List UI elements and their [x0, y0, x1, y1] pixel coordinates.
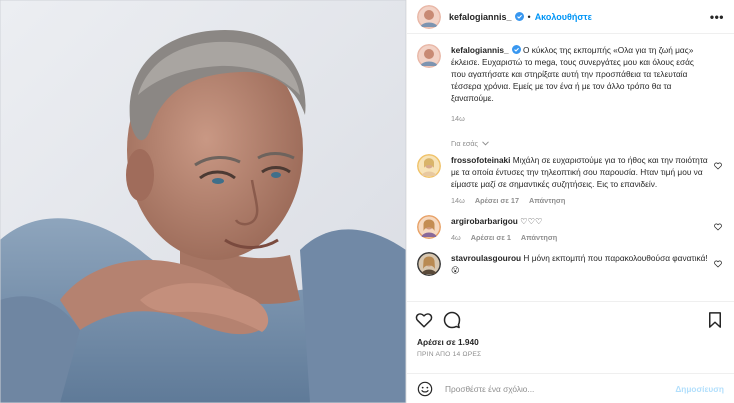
- translate-toggle[interactable]: Για εσάς: [451, 139, 724, 148]
- comment-body: frossofoteinaki Μιχάλη σε ευχαριστούμε γ…: [451, 154, 724, 205]
- commenter-avatar[interactable]: [417, 215, 441, 239]
- likes-count[interactable]: Αρέσει σε 1.940: [417, 337, 724, 347]
- caption-username[interactable]: kefalogiannis_: [451, 45, 509, 55]
- like-comment-heart-icon[interactable]: [714, 223, 722, 231]
- follow-button[interactable]: Ακολουθήστε: [535, 12, 592, 22]
- comment-text: ♡♡♡: [520, 216, 543, 226]
- comments-list[interactable]: kefalogiannis_ Ο κύκλος της εκπομπής «Ολ…: [407, 34, 734, 301]
- comment-item: frossofoteinaki Μιχάλη σε ευχαριστούμε γ…: [417, 154, 724, 205]
- comment-input[interactable]: [445, 383, 676, 394]
- caption-text: kefalogiannis_ Ο κύκλος της εκπομπής «Ολ…: [451, 44, 710, 104]
- comment-body: stavroulasgourou Η μόνη εκπομπή που παρα…: [451, 252, 724, 276]
- more-options-icon[interactable]: •••: [710, 10, 724, 24]
- comment-body: argirobarbarigou ♡♡♡ 4ω Αρέσει σε 1 Απάν…: [451, 215, 724, 242]
- like-comment-heart-icon[interactable]: [714, 162, 722, 170]
- comment-item: argirobarbarigou ♡♡♡ 4ω Αρέσει σε 1 Απάν…: [417, 215, 724, 242]
- comment-meta: 14ω Αρέσει σε 17 Απάντηση: [451, 196, 710, 205]
- bookmark-icon[interactable]: [706, 311, 724, 329]
- header-separator: •: [527, 11, 531, 22]
- post-actions: Αρέσει σε 1.940 ΠΡΙΝ ΑΠΟ 14 ΩΡΕΣ: [407, 301, 734, 373]
- verified-badge-icon: [514, 12, 524, 21]
- comment-item: stavroulasgourou Η μόνη εκπομπή που παρα…: [417, 252, 724, 276]
- portrait-image: [0, 0, 406, 403]
- post-header: kefalogiannis_ • Ακολουθήστε •••: [407, 0, 734, 34]
- comment-age[interactable]: 4ω: [451, 233, 461, 242]
- chevron-down-icon: [482, 141, 489, 146]
- post-side-panel: kefalogiannis_ • Ακολουθήστε ••• kefalog…: [406, 0, 734, 403]
- commenter-avatar[interactable]: [417, 154, 441, 178]
- translate-label: Για εσάς: [451, 139, 479, 148]
- author-username[interactable]: kefalogiannis_: [449, 12, 512, 22]
- author-avatar[interactable]: [417, 4, 441, 29]
- verified-badge-icon: [511, 45, 521, 54]
- like-comment-heart-icon[interactable]: [714, 260, 722, 268]
- commenter-avatar[interactable]: [417, 252, 441, 276]
- caption-age[interactable]: 14ω: [451, 114, 710, 123]
- caption: kefalogiannis_ Ο κύκλος της εκπομπής «Ολ…: [417, 44, 724, 123]
- post-comment-button[interactable]: Δημοσίευση: [675, 384, 724, 394]
- comment-likes[interactable]: Αρέσει σε 17: [475, 196, 519, 205]
- comment-likes[interactable]: Αρέσει σε 1: [471, 233, 511, 242]
- post-timestamp[interactable]: ΠΡΙΝ ΑΠΟ 14 ΩΡΕΣ: [417, 351, 724, 358]
- comment-meta: 4ω Αρέσει σε 1 Απάντηση: [451, 233, 710, 242]
- instagram-post: kefalogiannis_ • Ακολουθήστε ••• kefalog…: [0, 0, 734, 403]
- like-heart-icon[interactable]: [415, 311, 433, 329]
- comment-username[interactable]: stavroulasgourou: [451, 253, 521, 263]
- emoji-smiley-icon[interactable]: [417, 381, 433, 397]
- comment-username[interactable]: argirobarbarigou: [451, 216, 518, 226]
- comment-bubble-icon[interactable]: [443, 311, 461, 329]
- comment-age[interactable]: 14ω: [451, 196, 465, 205]
- caption-body: kefalogiannis_ Ο κύκλος της εκπομπής «Ολ…: [451, 44, 724, 123]
- action-icons: [415, 309, 724, 331]
- add-comment-bar: Δημοσίευση: [407, 373, 734, 403]
- reply-button[interactable]: Απάντηση: [521, 233, 557, 242]
- caption-avatar[interactable]: [417, 44, 441, 68]
- reply-button[interactable]: Απάντηση: [529, 196, 565, 205]
- post-photo[interactable]: [0, 0, 406, 403]
- comment-username[interactable]: frossofoteinaki: [451, 155, 510, 165]
